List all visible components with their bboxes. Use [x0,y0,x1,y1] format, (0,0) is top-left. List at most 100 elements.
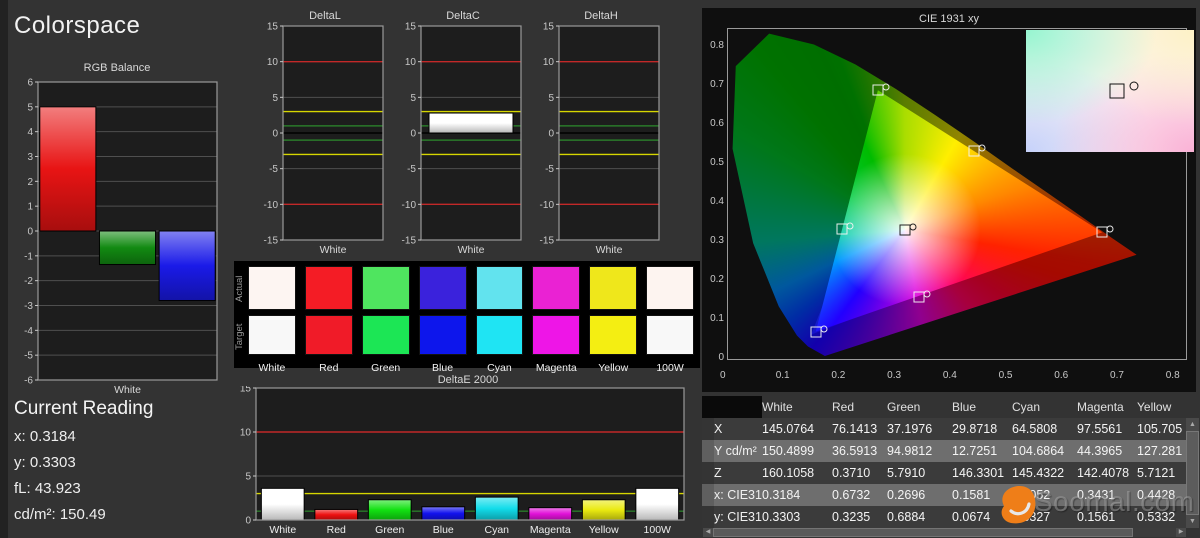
scroll-down-icon[interactable]: ▼ [1186,515,1199,528]
table-cell: 0.3184 [762,488,801,502]
table-cell: 5.7121 [1137,466,1176,480]
bar-white [428,112,514,134]
scroll-left-icon[interactable]: ◀ [703,528,713,537]
table-row[interactable]: X 145.0764 76.1413 37.1976 29.8718 64.5808 97.… [702,418,1186,440]
delta-e-2000-plot: 15 10 5 0 White Red Green Blue Cyan Magenta Yellow… [236,386,700,536]
swatch-actual [532,266,581,310]
window-edge [0,0,8,538]
cie-1931-chart: CIE 1931 xy 0 0.1 0.2 0.3 0.4 0.5 0.6 0.7 0.8 0.8… [702,8,1196,392]
scroll-up-icon[interactable]: ▲ [1186,418,1199,431]
category-label: 100W [644,524,672,536]
colorspace-app: { "app": { "title": "Colorspace" }, "cur… [0,0,1200,538]
vertical-scroll-thumb[interactable] [1186,431,1199,515]
y-tick-label: -1 [24,251,33,262]
delta-l-title: DeltaL [309,10,341,22]
y-tick-label: 6 [27,78,33,89]
reading-cdm2: cd/m²: 150.49 [14,506,106,523]
cie-actual-blue [820,325,828,333]
cie-actual-white [909,223,917,231]
row-label: Y cd/m² [714,444,757,458]
table-row[interactable]: Z 160.1058 0.3710 5.7910 146.3301 145.4322 142… [702,462,1186,484]
cie-x-tick-label: 0.2 [831,370,846,381]
table-cell: 0.6884 [887,510,926,524]
table-horizontal-scrollbar[interactable]: ◀ ▶ [703,528,1186,537]
y-tick-label: 0 [272,129,278,140]
table-cell: 146.3301 [952,466,1005,480]
swatch-target [248,315,296,355]
rgb-balance-title: RGB Balance [83,62,151,74]
y-tick-label: 10 [267,57,279,68]
cie-x-tick-label: 0.8 [1165,370,1180,381]
cie-y-tick-label: 0.3 [710,234,724,246]
category-label: Green [375,524,404,536]
y-tick-label: -15 [402,236,417,247]
table-cell: 0.4428 [1137,488,1176,502]
cie-x-tick-label: 0.6 [1054,370,1069,381]
cie-y-tick-label: 0.5 [710,156,724,168]
table-cell: 0.3431 [1077,488,1116,502]
table-cell: 5.7910 [887,466,926,480]
table-cell: 44.3965 [1077,444,1123,458]
table-cell: 145.4322 [1012,466,1065,480]
y-tick-label: 10 [240,428,252,439]
column-header: Red [832,400,855,414]
delta-e-2000-title: DeltaE 2000 [437,374,499,386]
swatch-target [475,315,524,355]
y-tick-label: 4 [27,127,33,138]
measurement-table: White Red Green Blue Cyan Magenta Yellow X 145.0… [702,396,1186,528]
y-tick-label: 3 [27,152,33,163]
table-cell: 145.0764 [762,422,815,436]
table-row[interactable]: x: CIE31 0.3184 0.6732 0.2696 0.1581 0.2052 0.… [702,484,1186,506]
swatch-target [646,315,694,355]
table-cell: 142.4078 [1077,466,1130,480]
table-header-row: White Red Green Blue Cyan Magenta Yellow [702,396,1186,418]
delta-c-plot: 15 10 5 0 -5 -10 -15 White [393,22,533,262]
inset-target-marker [1109,83,1125,99]
delta-l-plot: 15 10 5 0 -5 -10 -15 White [255,22,395,262]
swatch-actual [361,266,410,310]
bar-magenta [528,507,573,521]
cie-x-tick-label: 0.3 [887,370,902,381]
table-cell: 12.7251 [952,444,998,458]
table-row[interactable]: y: CIE31 0.3303 0.3235 0.6884 0.0674 0.3327 0.… [702,506,1186,528]
y-tick-label: 0 [410,129,416,140]
table-vertical-scrollbar[interactable]: ▲ ▼ [1186,418,1199,528]
cie-y-tick-label: 0 [718,352,724,363]
y-tick-label: -5 [24,351,33,362]
table-cell: 0.2696 [887,488,926,502]
scroll-right-icon[interactable]: ▶ [1176,528,1186,537]
swatch-actual [646,266,694,310]
page-title: Colorspace [14,12,141,39]
table-cell: 94.9812 [887,444,933,458]
cie-x-tick-label: 0 [720,370,726,381]
y-tick-label: -5 [545,164,554,175]
column-header [714,396,762,418]
cie-y-tick-label: 0.7 [710,78,724,90]
swatch-target [589,315,638,355]
cie-y-tick-label: 0.6 [710,117,724,129]
row-gutter [702,462,714,484]
y-tick-label: -5 [269,164,278,175]
y-tick-label: 0 [27,227,33,238]
row-label: x: CIE31 [714,488,762,502]
swatch-actual [418,266,467,310]
row-gutter [702,418,714,440]
y-tick-label: 10 [543,57,555,68]
y-tick-label: 0 [548,129,554,140]
column-header: Blue [952,400,977,414]
table-cell: 0.1561 [1077,510,1116,524]
y-tick-label: -4 [24,326,33,337]
horizontal-scroll-thumb[interactable] [713,528,1133,537]
table-row[interactable]: Y cd/m² 150.4899 36.5913 94.9812 12.7251 104.… [702,440,1186,462]
y-tick-label: 5 [27,102,33,113]
current-reading-panel: Current Reading x: 0.3184 y: 0.3303 fL: … [14,398,224,532]
category-label: Magenta [530,524,571,536]
category-label: Blue [433,524,454,536]
y-tick-label: 15 [543,22,555,33]
scroll-track[interactable] [1133,528,1176,537]
reading-y: y: 0.3303 [14,454,76,471]
cie-actual-green [882,83,890,91]
delta-h-title: DeltaH [584,10,618,22]
y-tick-label: 5 [548,93,554,104]
table-cell: 0.5332 [1137,510,1176,524]
